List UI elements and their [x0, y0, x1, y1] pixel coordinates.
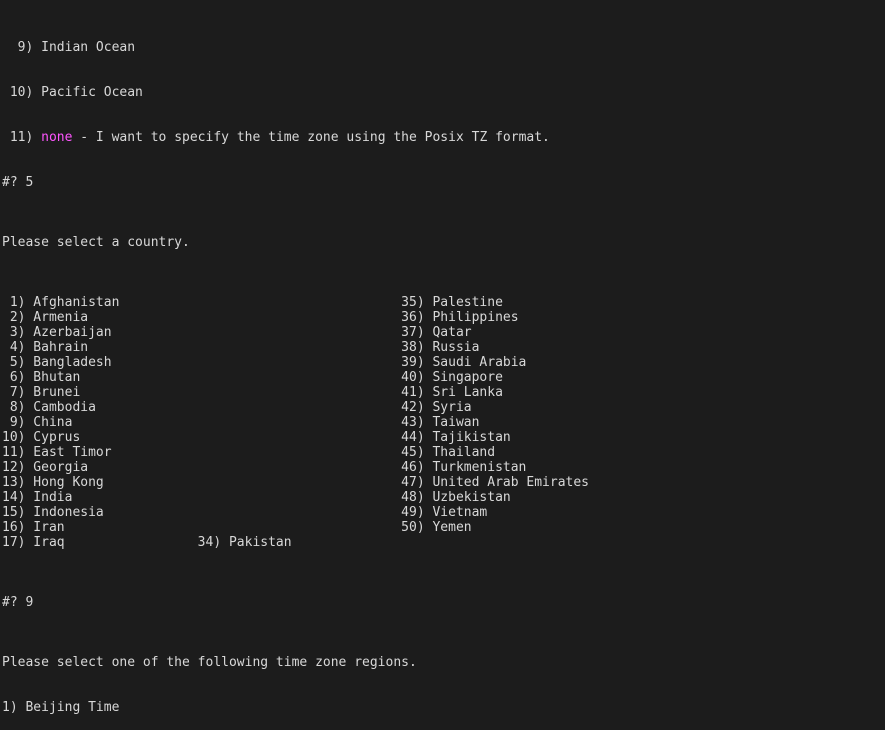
terminal-screen: 9) Indian Ocean 10) Pacific Ocean 11) no… [2, 0, 605, 730]
country-list-row: 9) China 43) Taiwan [2, 415, 480, 430]
country-list-row: 10) Cyprus 44) Tajikistan [2, 430, 511, 445]
continent-item-10: 10) Pacific Ocean [2, 85, 143, 100]
country-list-row: 16) Iran 50) Yemen [2, 520, 472, 535]
continent-item-11: 11) none - I want to specify the time zo… [2, 130, 605, 145]
country-list-row: 6) Bhutan 40) Singapore [2, 370, 503, 385]
country-list-row: 1) Afghanistan 35) Palestine [2, 295, 503, 310]
country-list-row: 11) East Timor 45) Thailand [2, 445, 496, 460]
region-prompt: Please select one of the following time … [2, 655, 417, 670]
country-list-row: 2) Armenia 36) Philippines [2, 310, 519, 325]
country-list-row: 7) Brunei 41) Sri Lanka [2, 385, 503, 400]
region-option-1: 1) Beijing Time [2, 700, 120, 715]
country-list: 1) Afghanistan 35) Palestine 2) Armenia … [2, 295, 605, 550]
continent-item-9: 9) Indian Ocean [2, 40, 136, 55]
continent-item-11-text: - I want to specify the time zone using … [72, 130, 550, 145]
country-list-row: 5) Bangladesh 39) Saudi Arabia [2, 355, 527, 370]
country-list-row: 12) Georgia 46) Turkmenistan [2, 460, 527, 475]
continent-answer: #? 5 [2, 175, 34, 190]
continent-item-11-keyword: none [41, 130, 73, 145]
country-answer: #? 9 [2, 595, 34, 610]
country-list-row: 8) Cambodia 42) Syria [2, 400, 472, 415]
country-list-row: 14) India 48) Uzbekistan [2, 490, 511, 505]
country-list-row: 4) Bahrain 38) Russia [2, 340, 480, 355]
terminal-window[interactable]: 9) Indian Ocean 10) Pacific Ocean 11) no… [0, 0, 885, 730]
continent-item-11-number: 11) [2, 130, 42, 145]
country-list-row: 13) Hong Kong 47) United Arab Emirates [2, 475, 589, 490]
country-prompt: Please select a country. [2, 235, 190, 250]
country-list-row: 15) Indonesia 49) Vietnam [2, 505, 488, 520]
country-list-row: 17) Iraq 34) Pakistan [2, 535, 292, 550]
country-list-row: 3) Azerbaijan 37) Qatar [2, 325, 472, 340]
